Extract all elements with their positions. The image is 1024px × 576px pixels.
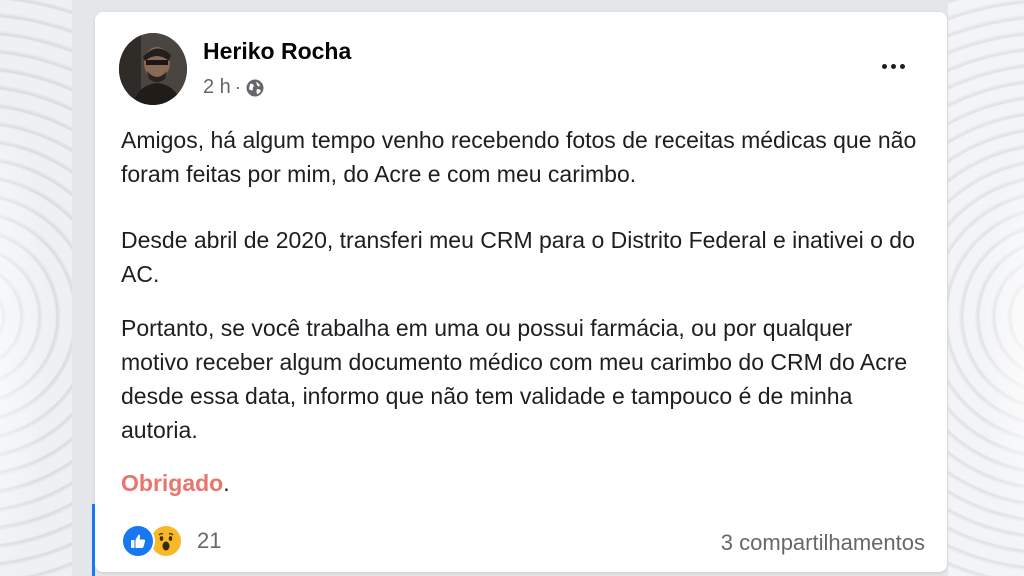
meta-separator: · [234,77,241,97]
post-paragraph: Amigos, há algum tempo venho recebendo f… [121,127,917,187]
like-icon [121,524,155,558]
post-meta: 2 h · [203,76,265,99]
signoff-text: Obrigado [121,470,224,496]
post-time[interactable]: 2 h [203,76,231,99]
post-paragraph: Desde abril de 2020, transferi meu CRM p… [121,227,915,287]
post-card: Heriko Rocha 2 h · Amigos, há algum temp… [92,12,947,576]
more-options-button[interactable] [871,52,915,80]
author-name[interactable]: Heriko Rocha [203,38,351,65]
accent-bar [92,504,95,576]
dot-icon [899,63,905,69]
post-paragraph: Portanto, se você trabalha em uma ou pos… [121,315,908,443]
dot-icon [881,63,887,69]
reactions-summary[interactable]: 21 [121,524,221,558]
background-left [0,0,72,576]
background-right [948,0,1024,576]
reaction-count: 21 [197,528,222,553]
avatar[interactable] [119,33,187,105]
dot-icon [890,63,896,69]
signoff-period: . [223,470,230,496]
shares-count[interactable]: 3 compartilhamentos [721,530,925,556]
globe-icon[interactable] [245,78,265,98]
post-signoff: Obrigado. [121,470,230,497]
